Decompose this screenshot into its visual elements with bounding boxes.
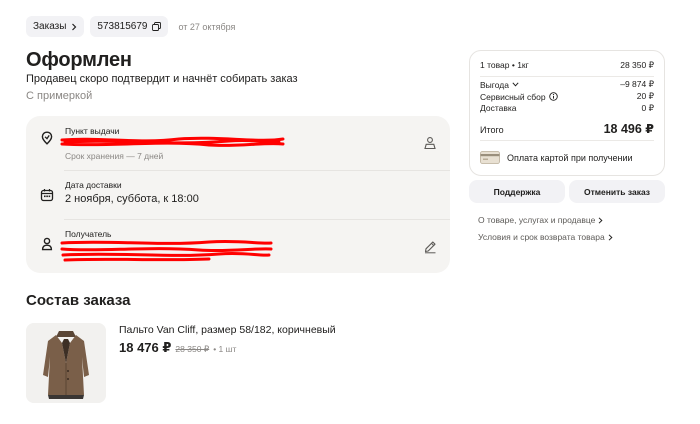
copy-icon[interactable] (152, 22, 162, 31)
items-label: 1 товар • 1кг (480, 60, 529, 70)
return-conditions-link-label: Условия и срок возврата товара (478, 232, 605, 242)
coat-image (26, 323, 106, 403)
savings-value: –9 874 ₽ (620, 79, 654, 89)
total-value: 18 496 ₽ (603, 122, 654, 136)
fee-label: Сервисный сбор (480, 91, 546, 102)
storage-period: Срок хранения — 7 дней (65, 151, 164, 161)
pickup-point-row[interactable]: Пункт выдачи Срок хранения — 7 дней (26, 116, 450, 170)
order-status-subtitle: Продавец скоро подтвердит и начнёт собир… (26, 73, 298, 85)
summary-delivery-row: Доставка 0 ₽ (480, 103, 654, 114)
chevron-right-icon (72, 23, 77, 30)
chevron-right-icon (599, 216, 603, 224)
recipient-row[interactable]: Получатель (26, 220, 450, 273)
payment-method-label: Оплата картой при получении (507, 152, 633, 163)
price-old: 28 350 ₽ (175, 344, 210, 354)
order-composition-title: Состав заказа (26, 292, 131, 309)
delivery-label: Доставка (480, 103, 517, 113)
product-image[interactable] (26, 323, 106, 403)
return-conditions-link[interactable]: Условия и срок возврата товара (478, 232, 613, 242)
about-product-link-label: О товаре, услугах и продавце (478, 215, 596, 225)
summary-divider (480, 76, 654, 77)
summary-fee-row: Сервисный сбор 20 ₽ (480, 91, 654, 102)
orders-breadcrumb-button[interactable]: Заказы (26, 16, 85, 37)
product-price: 18 476 ₽ 28 350 ₽ • 1 шт (119, 340, 236, 356)
delivery-date-label: Дата доставки (65, 180, 122, 190)
person-location-icon[interactable] (423, 136, 437, 150)
pickup-point-icon (41, 131, 53, 145)
price-current: 18 476 ₽ (119, 340, 172, 355)
order-number-chip[interactable]: 573815679 (90, 16, 169, 37)
fitting-option: С примеркой (26, 90, 93, 102)
cancel-order-button[interactable]: Отменить заказ (569, 180, 665, 203)
items-value: 28 350 ₽ (620, 60, 654, 70)
summary-items-row: 1 товар • 1кг 28 350 ₽ (480, 60, 654, 71)
summary-divider (480, 140, 654, 141)
order-date: от 27 октября (178, 21, 236, 32)
summary-savings-row[interactable]: Выгода –9 874 ₽ (480, 79, 654, 90)
order-status-title: Оформлен (26, 49, 132, 71)
delivery-date-value: 2 ноября, суббота, к 18:00 (65, 193, 199, 205)
order-summary-card: 1 товар • 1кг 28 350 ₽ Выгода –9 874 ₽ С… (469, 50, 665, 176)
info-icon[interactable] (548, 92, 558, 101)
fee-value: 20 ₽ (636, 91, 654, 101)
product-name[interactable]: Пальто Van Cliff, размер 58/182, коричне… (119, 324, 336, 336)
calendar-icon (40, 189, 54, 202)
redacted-pickup-address (60, 136, 285, 147)
summary-total-row: Итого 18 496 ₽ (480, 121, 654, 136)
chevron-right-icon (608, 233, 613, 241)
support-button[interactable]: Поддержка (469, 180, 565, 203)
breadcrumb: Заказы 573815679 от 27 октября (26, 16, 235, 37)
total-label: Итого (480, 125, 504, 135)
order-number: 573815679 (97, 21, 148, 32)
delivery-date-row: Дата доставки 2 ноября, суббота, к 18:00 (26, 171, 450, 219)
quantity: • 1 шт (213, 344, 237, 354)
redacted-recipient (60, 239, 273, 262)
payment-method: Оплата картой при получении (480, 151, 654, 164)
bank-card-icon (480, 151, 500, 164)
about-product-link[interactable]: О товаре, услугах и продавце (478, 215, 603, 225)
delivery-value: 0 ₽ (641, 103, 655, 113)
delivery-info-card: Пункт выдачи Срок хранения — 7 дней Дата… (26, 116, 450, 273)
chevron-down-icon[interactable] (512, 82, 519, 87)
edit-pencil-icon[interactable] (423, 240, 437, 254)
person-icon (41, 237, 53, 251)
savings-label: Выгода (480, 79, 509, 90)
orders-breadcrumb-label: Заказы (33, 21, 67, 32)
